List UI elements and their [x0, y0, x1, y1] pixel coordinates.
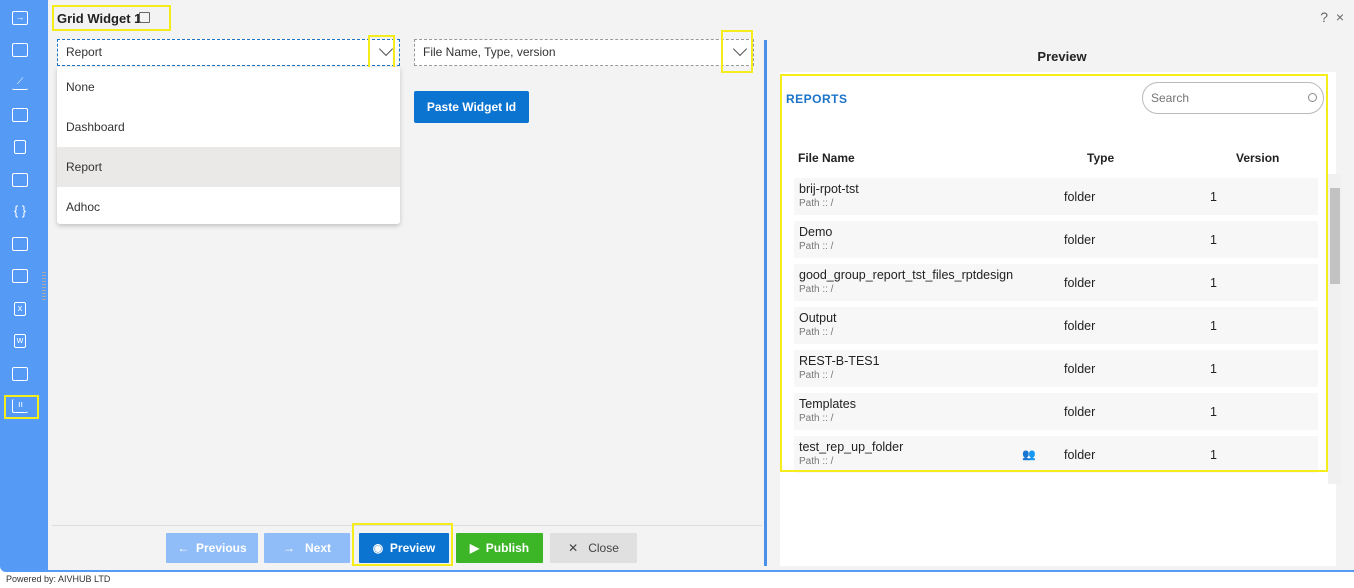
- table-row[interactable]: Demo Path :: / folder 1: [794, 221, 1318, 258]
- table-row[interactable]: brij-rpot-tst Path :: / folder 1: [794, 178, 1318, 215]
- arrow-left-icon: ←: [177, 541, 190, 555]
- option-report[interactable]: Report: [57, 147, 400, 187]
- file-name: Output: [799, 311, 837, 325]
- fields-select-value: File Name, Type, version: [423, 45, 556, 59]
- preview-title: Preview: [1037, 49, 1087, 64]
- file-type: folder: [1064, 362, 1096, 376]
- column-header-file-name: File Name: [798, 151, 855, 165]
- file-version: 1: [1210, 405, 1217, 419]
- tree-icon[interactable]: [12, 367, 28, 381]
- file-name: Demo: [799, 225, 833, 239]
- file-version: 1: [1210, 319, 1217, 333]
- powered-by: Powered by: AIVHUB LTD: [6, 574, 111, 584]
- file-type: folder: [1064, 276, 1096, 290]
- file-name: brij-rpot-tst: [799, 182, 859, 196]
- grid-chart-icon[interactable]: ıı: [12, 399, 28, 413]
- section-title: REPORTS: [786, 92, 848, 106]
- braces-icon[interactable]: { }: [12, 204, 28, 219]
- file-path: Path :: /: [799, 284, 834, 295]
- file-version: 1: [1210, 276, 1217, 290]
- file-name: good_group_report_tst_files_rptdesign: [799, 268, 1014, 282]
- file-version: 1: [1210, 448, 1217, 462]
- file-type: folder: [1064, 448, 1096, 462]
- file-name: Templates: [799, 397, 856, 411]
- file-type: folder: [1064, 233, 1096, 247]
- arrow-right-icon: →: [282, 541, 295, 555]
- option-none[interactable]: None: [57, 67, 400, 107]
- column-header-version: Version: [1236, 151, 1280, 165]
- preview-panel: Preview REPORTS File Name Type Version b…: [770, 40, 1354, 566]
- fields-select[interactable]: File Name, Type, version: [414, 39, 754, 66]
- scrollbar-thumb[interactable]: [1330, 188, 1340, 284]
- file-path: Path :: /: [799, 327, 834, 338]
- file-type: folder: [1064, 405, 1096, 419]
- excel-file-icon[interactable]: x: [14, 302, 26, 316]
- resize-handle[interactable]: [42, 272, 46, 302]
- type-select-value: Report: [66, 45, 103, 59]
- close-icon: ✕: [568, 541, 579, 555]
- type-dropdown: None Dashboard Report Adhoc: [57, 67, 400, 224]
- file-path: Path :: /: [799, 241, 834, 252]
- search-input[interactable]: [1142, 82, 1324, 114]
- file-version: 1: [1210, 362, 1217, 376]
- file-name: REST-B-TES1: [799, 354, 880, 368]
- table-row[interactable]: REST-B-TES1 Path :: / folder 1: [794, 350, 1318, 387]
- chevron-down-icon[interactable]: [732, 41, 748, 57]
- edit-icon[interactable]: [139, 12, 150, 23]
- table-row[interactable]: Output Path :: / folder 1: [794, 307, 1318, 344]
- close-button[interactable]: ✕ Close: [550, 533, 637, 563]
- preview-button[interactable]: ◉ Preview: [359, 533, 449, 563]
- sign-in-icon[interactable]: →: [12, 11, 28, 25]
- calendar-grid-icon[interactable]: [12, 269, 28, 283]
- file-path: Path :: /: [799, 370, 834, 381]
- file-type: folder: [1064, 190, 1096, 204]
- id-card-icon[interactable]: [12, 173, 28, 187]
- table-row[interactable]: test_rep_up_folder Path :: / 👥 folder 1: [794, 436, 1318, 473]
- play-icon: ▶: [469, 541, 480, 555]
- file-version: 1: [1210, 190, 1217, 204]
- file-path: Path :: /: [799, 198, 834, 209]
- search-icon[interactable]: [1308, 93, 1317, 102]
- chart-icon[interactable]: ⟋: [12, 76, 28, 90]
- type-select[interactable]: Report: [57, 39, 400, 66]
- table-row[interactable]: good_group_report_tst_files_rptdesign Pa…: [794, 264, 1318, 301]
- image-chart-icon[interactable]: [12, 237, 28, 251]
- table-icon[interactable]: [12, 43, 28, 57]
- column-header-type: Type: [1087, 151, 1115, 165]
- eye-icon: ◉: [372, 541, 384, 555]
- help-icon[interactable]: ?: [1320, 9, 1328, 25]
- report-file-icon[interactable]: [14, 140, 26, 154]
- map-icon[interactable]: [12, 108, 28, 122]
- word-file-icon[interactable]: w: [14, 334, 26, 348]
- table-row[interactable]: Templates Path :: / folder 1: [794, 393, 1318, 430]
- rows-container: brij-rpot-tst Path :: / folder 1 Demo Pat…: [794, 178, 1318, 523]
- previous-button[interactable]: ← Previous: [166, 533, 258, 563]
- sidebar: → ⟋ { } x w ıı: [0, 0, 48, 572]
- paste-widget-id-button[interactable]: Paste Widget Id: [414, 91, 529, 123]
- close-icon[interactable]: ×: [1336, 9, 1344, 25]
- file-name: test_rep_up_folder: [799, 440, 904, 454]
- shared-users-icon: 👥: [1022, 449, 1036, 461]
- widget-title: Grid Widget 1: [57, 11, 142, 26]
- chevron-down-icon[interactable]: [378, 41, 394, 57]
- next-button[interactable]: → Next: [264, 533, 350, 563]
- scrollbar[interactable]: [1328, 174, 1342, 484]
- reports-list: REPORTS File Name Type Version brij-rpot…: [780, 72, 1336, 566]
- publish-button[interactable]: ▶ Publish: [456, 533, 543, 563]
- option-adhoc[interactable]: Adhoc: [57, 187, 400, 227]
- option-dashboard[interactable]: Dashboard: [57, 107, 400, 147]
- file-type: folder: [1064, 319, 1096, 333]
- file-path: Path :: /: [799, 456, 834, 467]
- file-path: Path :: /: [799, 413, 834, 424]
- panel-splitter[interactable]: [764, 40, 767, 566]
- file-version: 1: [1210, 233, 1217, 247]
- divider: [52, 525, 762, 526]
